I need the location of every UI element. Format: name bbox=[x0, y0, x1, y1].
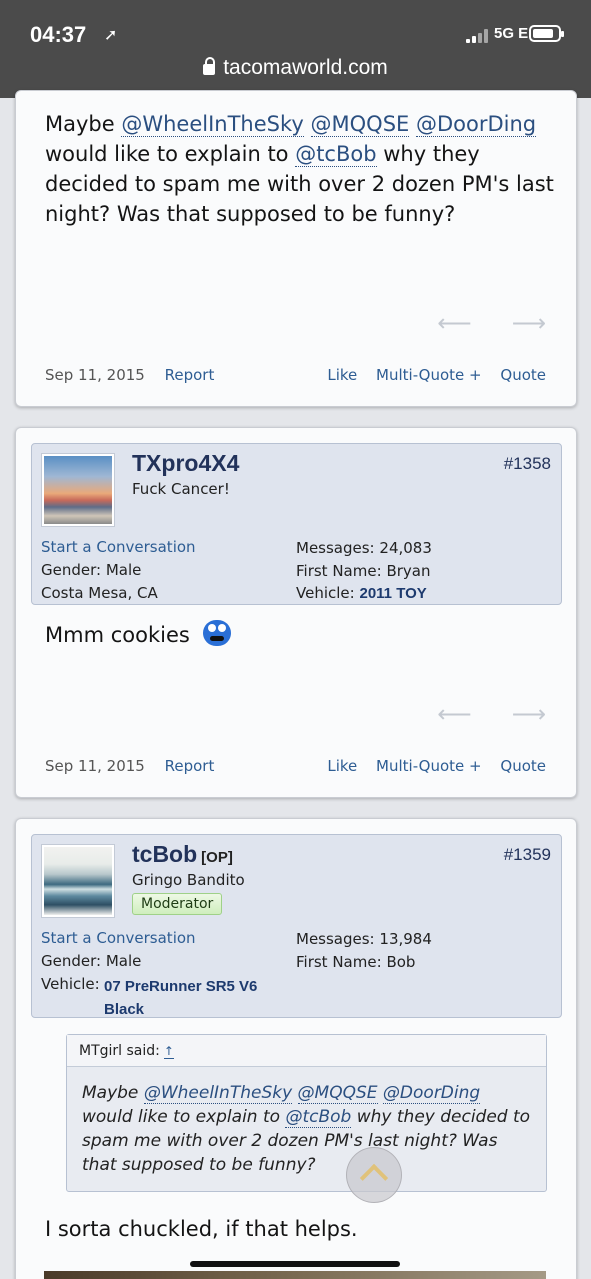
post-number[interactable]: #1359 bbox=[504, 845, 551, 865]
post-message: Mmm cookies bbox=[45, 620, 231, 650]
first-name-field: First Name: Bryan bbox=[296, 562, 431, 580]
start-conversation-link[interactable]: Start a Conversation bbox=[41, 538, 196, 556]
quote-text: Maybe @WheelInTheSky @MQQSE @DoorDing wo… bbox=[67, 1067, 546, 1191]
cookie-monster-emoji-icon bbox=[202, 620, 231, 646]
home-indicator bbox=[190, 1261, 400, 1267]
report-link[interactable]: Report bbox=[165, 757, 215, 775]
post-number[interactable]: #1358 bbox=[504, 454, 551, 474]
mention-link[interactable]: @tcBob bbox=[285, 1107, 352, 1128]
vehicle-field: Vehicle: bbox=[41, 975, 100, 993]
vehicle-link[interactable]: 2011 TOY bbox=[359, 585, 426, 602]
post-card: TXpro4X4 Fuck Cancer! #1358 Start a Conv… bbox=[15, 427, 577, 798]
first-name-field: First Name: Bob bbox=[296, 953, 416, 971]
scroll-to-top-button[interactable] bbox=[346, 1147, 402, 1203]
post-message: Maybe @WheelInTheSky @MQQSE @DoorDing wo… bbox=[45, 109, 555, 229]
quote-link[interactable]: Quote bbox=[500, 757, 546, 775]
post-nav: ⟵⟶ bbox=[437, 309, 546, 337]
vehicle-link[interactable]: 07 PreRunner SR5 V6 Black bbox=[104, 975, 257, 1021]
mention-link[interactable]: @tcBob bbox=[295, 142, 377, 167]
user-info-box: TXpro4X4 Fuck Cancer! #1358 Start a Conv… bbox=[31, 443, 562, 605]
url-bar[interactable]: tacomaworld.com bbox=[0, 56, 591, 80]
mention-link[interactable]: @WheelInTheSky bbox=[121, 112, 304, 137]
quote-block: MTgirl said: ↑ Maybe @WheelInTheSky @MQQS… bbox=[66, 1034, 547, 1192]
message-text bbox=[304, 112, 311, 136]
multiquote-link[interactable]: Multi-Quote + bbox=[376, 366, 482, 384]
mention-link[interactable]: @MQQSE bbox=[297, 1083, 378, 1104]
arrow-right-icon[interactable]: ⟶ bbox=[512, 309, 546, 337]
chevron-up-icon bbox=[359, 1163, 389, 1193]
vehicle-field: Vehicle: 2011 TOY bbox=[296, 584, 427, 602]
url-text: tacomaworld.com bbox=[223, 56, 388, 79]
post-footer: Sep 11, 2015 Report Like Multi-Quote + Q… bbox=[45, 757, 546, 775]
mention-link[interactable]: @WheelInTheSky bbox=[143, 1083, 293, 1104]
arrow-right-icon[interactable]: ⟶ bbox=[512, 700, 546, 728]
avatar[interactable] bbox=[42, 845, 114, 917]
user-title: Gringo Bandito bbox=[132, 871, 245, 889]
report-link[interactable]: Report bbox=[165, 366, 215, 384]
op-badge: [OP] bbox=[201, 849, 233, 866]
user-info-box: tcBob [OP] Gringo Bandito Moderator #1359… bbox=[31, 834, 562, 1018]
gender-field: Gender: Male bbox=[41, 561, 142, 579]
message-text: would like to explain to bbox=[45, 142, 296, 166]
message-text bbox=[292, 1083, 297, 1103]
message-text: Maybe bbox=[45, 112, 122, 136]
quote-jump-icon[interactable]: ↑ bbox=[163, 1044, 174, 1059]
quote-author: MTgirl said: bbox=[79, 1043, 160, 1059]
gender-field: Gender: Male bbox=[41, 952, 142, 970]
post-date: Sep 11, 2015 bbox=[45, 366, 145, 384]
moderator-badge: Moderator bbox=[132, 893, 223, 915]
message-text bbox=[409, 112, 416, 136]
embedded-image bbox=[44, 1271, 546, 1279]
location-arrow-icon: ➚ bbox=[104, 25, 118, 44]
mention-link[interactable]: @DoorDing bbox=[415, 112, 537, 137]
lock-icon bbox=[203, 57, 216, 75]
network-type: 5G E bbox=[494, 25, 529, 42]
message-text: would like to explain to bbox=[82, 1107, 286, 1127]
message-text: Maybe bbox=[82, 1083, 144, 1103]
like-link[interactable]: Like bbox=[327, 366, 357, 384]
post-nav: ⟵⟶ bbox=[437, 700, 546, 728]
start-conversation-link[interactable]: Start a Conversation bbox=[41, 929, 196, 947]
post-card: tcBob [OP] Gringo Bandito Moderator #1359… bbox=[15, 818, 577, 1279]
arrow-left-icon[interactable]: ⟵ bbox=[437, 700, 511, 728]
mention-link[interactable]: @MQQSE bbox=[310, 112, 410, 137]
user-title: Fuck Cancer! bbox=[132, 480, 230, 498]
username[interactable]: TXpro4X4 bbox=[132, 450, 239, 477]
username[interactable]: tcBob [OP] bbox=[132, 841, 233, 868]
quote-header: MTgirl said: ↑ bbox=[67, 1035, 546, 1067]
browser-topbar: 04:37 ➚ 5G E tacomaworld.com bbox=[0, 0, 591, 98]
messages-field: Messages: 24,083 bbox=[296, 539, 432, 557]
like-link[interactable]: Like bbox=[327, 757, 357, 775]
battery-icon bbox=[529, 25, 564, 42]
post-date: Sep 11, 2015 bbox=[45, 757, 145, 775]
signal-bars-icon bbox=[466, 27, 494, 43]
post-message: I sorta chuckled, if that helps. bbox=[45, 1217, 358, 1241]
mention-link[interactable]: @DoorDing bbox=[382, 1083, 481, 1104]
avatar[interactable] bbox=[42, 454, 114, 526]
post-card: Maybe @WheelInTheSky @MQQSE @DoorDing wo… bbox=[15, 90, 577, 407]
post-footer: Sep 11, 2015 Report Like Multi-Quote + Q… bbox=[45, 366, 546, 384]
arrow-left-icon[interactable]: ⟵ bbox=[437, 309, 511, 337]
multiquote-link[interactable]: Multi-Quote + bbox=[376, 757, 482, 775]
messages-field: Messages: 13,984 bbox=[296, 930, 432, 948]
status-time: 04:37 bbox=[30, 22, 87, 47]
location-field: Costa Mesa, CA bbox=[41, 584, 158, 602]
quote-link[interactable]: Quote bbox=[500, 366, 546, 384]
